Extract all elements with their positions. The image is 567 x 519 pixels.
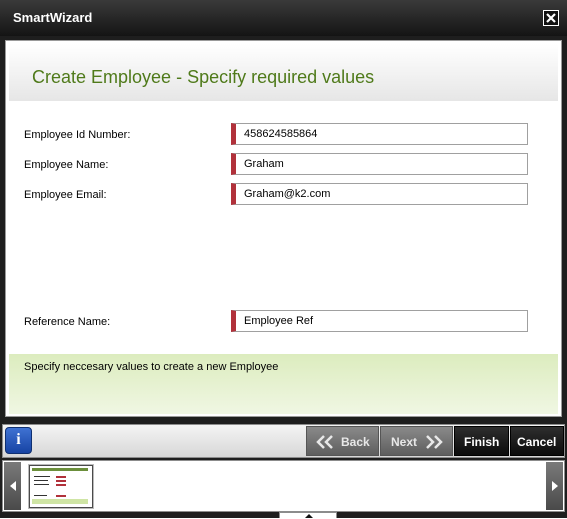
hint-panel: Specify neccesary values to create a new…	[9, 354, 558, 414]
reference-name-label: Reference Name:	[24, 316, 111, 328]
reference-name-input[interactable]: Employee Ref	[231, 310, 528, 332]
triangle-up-icon	[305, 514, 313, 518]
back-label: Back	[341, 435, 370, 449]
title-bar: SmartWizard	[0, 0, 567, 36]
page-filmstrip	[2, 460, 565, 512]
employee-id-input[interactable]: 458624585864	[231, 123, 528, 145]
employee-name-label: Employee Name:	[24, 159, 109, 171]
thumbnail-header	[32, 468, 88, 471]
wizard-toolbar: i Back Next Finish Cancel	[2, 424, 565, 458]
cancel-label: Cancel	[517, 435, 557, 449]
thumbnail-line	[34, 484, 49, 485]
window-title: SmartWizard	[13, 10, 93, 25]
filmstrip-next-button[interactable]	[546, 462, 563, 510]
employee-id-label: Employee Id Number:	[24, 129, 131, 141]
filmstrip-prev-button[interactable]	[4, 462, 21, 510]
page-header: Create Employee - Specify required value…	[9, 44, 558, 101]
close-button[interactable]	[543, 10, 559, 26]
info-button[interactable]: i	[5, 427, 32, 454]
thumbnail-line	[34, 495, 47, 496]
smartwizard-dialog: SmartWizard Create Employee - Specify re…	[0, 0, 567, 518]
employee-email-input[interactable]: Graham@k2.com	[231, 183, 528, 205]
thumbnail-field	[56, 480, 66, 482]
wizard-content: Create Employee - Specify required value…	[5, 40, 562, 417]
next-button[interactable]: Next	[380, 426, 453, 456]
filmstrip-collapse-tab[interactable]	[279, 512, 337, 518]
thumbnail-field	[56, 484, 66, 486]
thumbnail-field	[56, 495, 66, 497]
back-button[interactable]: Back	[306, 426, 379, 456]
close-icon	[546, 13, 556, 23]
thumbnail-line	[34, 480, 48, 481]
double-chevron-left-icon	[316, 435, 333, 449]
employee-name-input[interactable]: Graham	[231, 153, 528, 175]
hint-text: Specify neccesary values to create a new…	[24, 361, 279, 373]
next-label: Next	[391, 435, 418, 449]
page-title: Create Employee - Specify required value…	[32, 67, 375, 87]
triangle-right-icon	[552, 481, 558, 491]
finish-label: Finish	[464, 435, 500, 449]
finish-button[interactable]: Finish	[454, 426, 509, 456]
double-chevron-right-icon	[426, 435, 443, 449]
employee-email-label: Employee Email:	[24, 189, 107, 201]
triangle-left-icon	[10, 481, 16, 491]
page-thumbnail[interactable]	[29, 465, 93, 508]
thumbnail-line	[34, 476, 50, 477]
thumbnail-field	[56, 476, 66, 478]
thumbnail-hint	[32, 499, 88, 504]
info-icon: i	[16, 431, 21, 448]
cancel-button[interactable]: Cancel	[510, 426, 564, 456]
